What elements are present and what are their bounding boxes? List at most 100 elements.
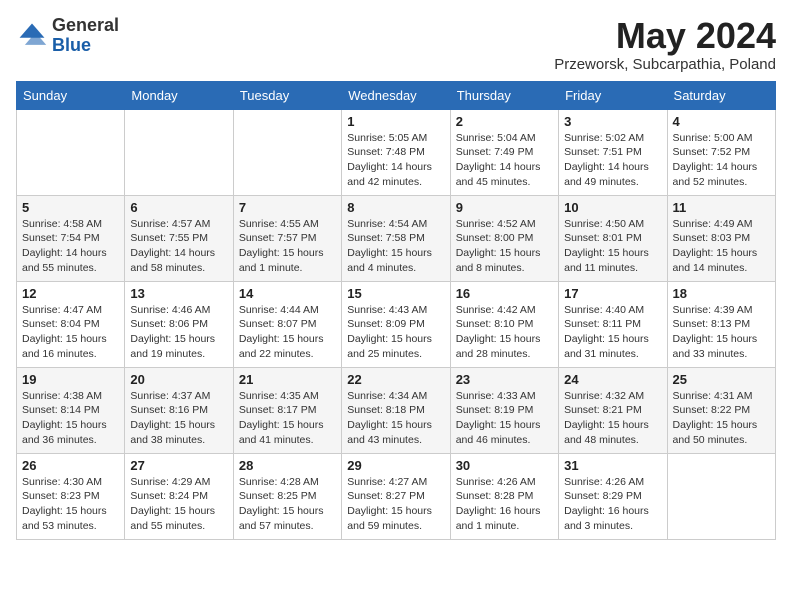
calendar-cell: 22 Sunrise: 4:34 AM Sunset: 8:18 PM Dayli… (342, 367, 450, 453)
calendar-cell: 8 Sunrise: 4:54 AM Sunset: 7:58 PM Daylig… (342, 195, 450, 281)
day-number: 8 (347, 200, 444, 215)
day-info: Sunrise: 5:04 AM Sunset: 7:49 PM Dayligh… (456, 131, 553, 190)
calendar-cell: 11 Sunrise: 4:49 AM Sunset: 8:03 PM Dayli… (667, 195, 775, 281)
calendar-week-row: 26Sunrise: 4:30 AM Sunset: 8:23 PM Dayli… (17, 453, 776, 539)
calendar-cell: 26Sunrise: 4:30 AM Sunset: 8:23 PM Dayli… (17, 453, 125, 539)
day-info: Sunrise: 4:37 AM Sunset: 8:16 PM Dayligh… (130, 389, 227, 448)
weekday-header-row: SundayMondayTuesdayWednesdayThursdayFrid… (17, 81, 776, 109)
day-info: Sunrise: 4:57 AM Sunset: 7:55 PM Dayligh… (130, 217, 227, 276)
day-number: 9 (456, 200, 553, 215)
calendar-cell (17, 109, 125, 195)
day-info: Sunrise: 4:44 AM Sunset: 8:07 PM Dayligh… (239, 303, 336, 362)
weekday-header-monday: Monday (125, 81, 233, 109)
calendar-cell: 9 Sunrise: 4:52 AM Sunset: 8:00 PM Daylig… (450, 195, 558, 281)
day-number: 14 (239, 286, 336, 301)
day-number: 23 (456, 372, 553, 387)
calendar-cell (233, 109, 341, 195)
day-number: 17 (564, 286, 661, 301)
day-number: 13 (130, 286, 227, 301)
calendar-week-row: 1Sunrise: 5:05 AM Sunset: 7:48 PM Daylig… (17, 109, 776, 195)
weekday-header-saturday: Saturday (667, 81, 775, 109)
calendar-table: SundayMondayTuesdayWednesdayThursdayFrid… (16, 81, 776, 540)
day-info: Sunrise: 5:02 AM Sunset: 7:51 PM Dayligh… (564, 131, 661, 190)
day-number: 22 (347, 372, 444, 387)
calendar-cell: 18 Sunrise: 4:39 AM Sunset: 8:13 PM Dayli… (667, 281, 775, 367)
day-number: 12 (22, 286, 119, 301)
day-number: 21 (239, 372, 336, 387)
calendar-cell: 10Sunrise: 4:50 AM Sunset: 8:01 PM Dayli… (559, 195, 667, 281)
day-info: Sunrise: 4:42 AM Sunset: 8:10 PM Dayligh… (456, 303, 553, 362)
calendar-cell: 4 Sunrise: 5:00 AM Sunset: 7:52 PM Daylig… (667, 109, 775, 195)
calendar-cell: 23 Sunrise: 4:33 AM Sunset: 8:19 PM Dayli… (450, 367, 558, 453)
day-info: Sunrise: 4:39 AM Sunset: 8:13 PM Dayligh… (673, 303, 770, 362)
calendar-cell: 28 Sunrise: 4:28 AM Sunset: 8:25 PM Dayli… (233, 453, 341, 539)
day-number: 6 (130, 200, 227, 215)
day-info: Sunrise: 4:55 AM Sunset: 7:57 PM Dayligh… (239, 217, 336, 276)
day-number: 27 (130, 458, 227, 473)
day-number: 29 (347, 458, 444, 473)
calendar-cell: 31Sunrise: 4:26 AM Sunset: 8:29 PM Dayli… (559, 453, 667, 539)
day-info: Sunrise: 4:27 AM Sunset: 8:27 PM Dayligh… (347, 475, 444, 534)
day-info: Sunrise: 4:58 AM Sunset: 7:54 PM Dayligh… (22, 217, 119, 276)
calendar-cell: 19 Sunrise: 4:38 AM Sunset: 8:14 PM Dayli… (17, 367, 125, 453)
calendar-cell: 29 Sunrise: 4:27 AM Sunset: 8:27 PM Dayli… (342, 453, 450, 539)
day-info: Sunrise: 4:26 AM Sunset: 8:28 PM Dayligh… (456, 475, 553, 534)
day-number: 28 (239, 458, 336, 473)
calendar-cell (125, 109, 233, 195)
calendar-cell: 24Sunrise: 4:32 AM Sunset: 8:21 PM Dayli… (559, 367, 667, 453)
logo-blue-text: Blue (52, 35, 91, 55)
calendar-week-row: 12 Sunrise: 4:47 AM Sunset: 8:04 PM Dayli… (17, 281, 776, 367)
weekday-header-wednesday: Wednesday (342, 81, 450, 109)
day-info: Sunrise: 4:49 AM Sunset: 8:03 PM Dayligh… (673, 217, 770, 276)
day-info: Sunrise: 4:38 AM Sunset: 8:14 PM Dayligh… (22, 389, 119, 448)
calendar-cell: 6 Sunrise: 4:57 AM Sunset: 7:55 PM Daylig… (125, 195, 233, 281)
weekday-header-thursday: Thursday (450, 81, 558, 109)
month-title: May 2024 (554, 16, 776, 56)
logo: General Blue (16, 16, 119, 56)
day-info: Sunrise: 4:43 AM Sunset: 8:09 PM Dayligh… (347, 303, 444, 362)
calendar-cell: 25Sunrise: 4:31 AM Sunset: 8:22 PM Dayli… (667, 367, 775, 453)
calendar-cell: 7 Sunrise: 4:55 AM Sunset: 7:57 PM Daylig… (233, 195, 341, 281)
day-number: 25 (673, 372, 770, 387)
calendar-cell: 27 Sunrise: 4:29 AM Sunset: 8:24 PM Dayli… (125, 453, 233, 539)
day-info: Sunrise: 4:35 AM Sunset: 8:17 PM Dayligh… (239, 389, 336, 448)
calendar-cell: 14 Sunrise: 4:44 AM Sunset: 8:07 PM Dayli… (233, 281, 341, 367)
day-info: Sunrise: 4:34 AM Sunset: 8:18 PM Dayligh… (347, 389, 444, 448)
day-number: 18 (673, 286, 770, 301)
day-info: Sunrise: 4:54 AM Sunset: 7:58 PM Dayligh… (347, 217, 444, 276)
day-number: 7 (239, 200, 336, 215)
day-number: 19 (22, 372, 119, 387)
day-number: 4 (673, 114, 770, 129)
location-text: Przeworsk, Subcarpathia, Poland (554, 56, 776, 73)
day-number: 20 (130, 372, 227, 387)
day-info: Sunrise: 4:52 AM Sunset: 8:00 PM Dayligh… (456, 217, 553, 276)
day-number: 11 (673, 200, 770, 215)
day-info: Sunrise: 4:47 AM Sunset: 8:04 PM Dayligh… (22, 303, 119, 362)
day-info: Sunrise: 4:26 AM Sunset: 8:29 PM Dayligh… (564, 475, 661, 534)
day-number: 15 (347, 286, 444, 301)
day-number: 26 (22, 458, 119, 473)
calendar-cell: 16Sunrise: 4:42 AM Sunset: 8:10 PM Dayli… (450, 281, 558, 367)
day-info: Sunrise: 4:29 AM Sunset: 8:24 PM Dayligh… (130, 475, 227, 534)
day-info: Sunrise: 4:33 AM Sunset: 8:19 PM Dayligh… (456, 389, 553, 448)
weekday-header-friday: Friday (559, 81, 667, 109)
day-number: 5 (22, 200, 119, 215)
day-info: Sunrise: 4:40 AM Sunset: 8:11 PM Dayligh… (564, 303, 661, 362)
calendar-cell: 5 Sunrise: 4:58 AM Sunset: 7:54 PM Daylig… (17, 195, 125, 281)
logo-general-text: General (52, 15, 119, 35)
calendar-cell: 20 Sunrise: 4:37 AM Sunset: 8:16 PM Dayli… (125, 367, 233, 453)
day-number: 3 (564, 114, 661, 129)
calendar-cell: 2 Sunrise: 5:04 AM Sunset: 7:49 PM Daylig… (450, 109, 558, 195)
day-number: 2 (456, 114, 553, 129)
day-info: Sunrise: 5:05 AM Sunset: 7:48 PM Dayligh… (347, 131, 444, 190)
day-info: Sunrise: 4:28 AM Sunset: 8:25 PM Dayligh… (239, 475, 336, 534)
calendar-cell: 3 Sunrise: 5:02 AM Sunset: 7:51 PM Daylig… (559, 109, 667, 195)
calendar-cell: 30Sunrise: 4:26 AM Sunset: 8:28 PM Dayli… (450, 453, 558, 539)
weekday-header-tuesday: Tuesday (233, 81, 341, 109)
calendar-cell: 17 Sunrise: 4:40 AM Sunset: 8:11 PM Dayli… (559, 281, 667, 367)
logo-icon (16, 20, 48, 52)
calendar-cell: 13 Sunrise: 4:46 AM Sunset: 8:06 PM Dayli… (125, 281, 233, 367)
day-info: Sunrise: 5:00 AM Sunset: 7:52 PM Dayligh… (673, 131, 770, 190)
day-info: Sunrise: 4:46 AM Sunset: 8:06 PM Dayligh… (130, 303, 227, 362)
day-info: Sunrise: 4:32 AM Sunset: 8:21 PM Dayligh… (564, 389, 661, 448)
